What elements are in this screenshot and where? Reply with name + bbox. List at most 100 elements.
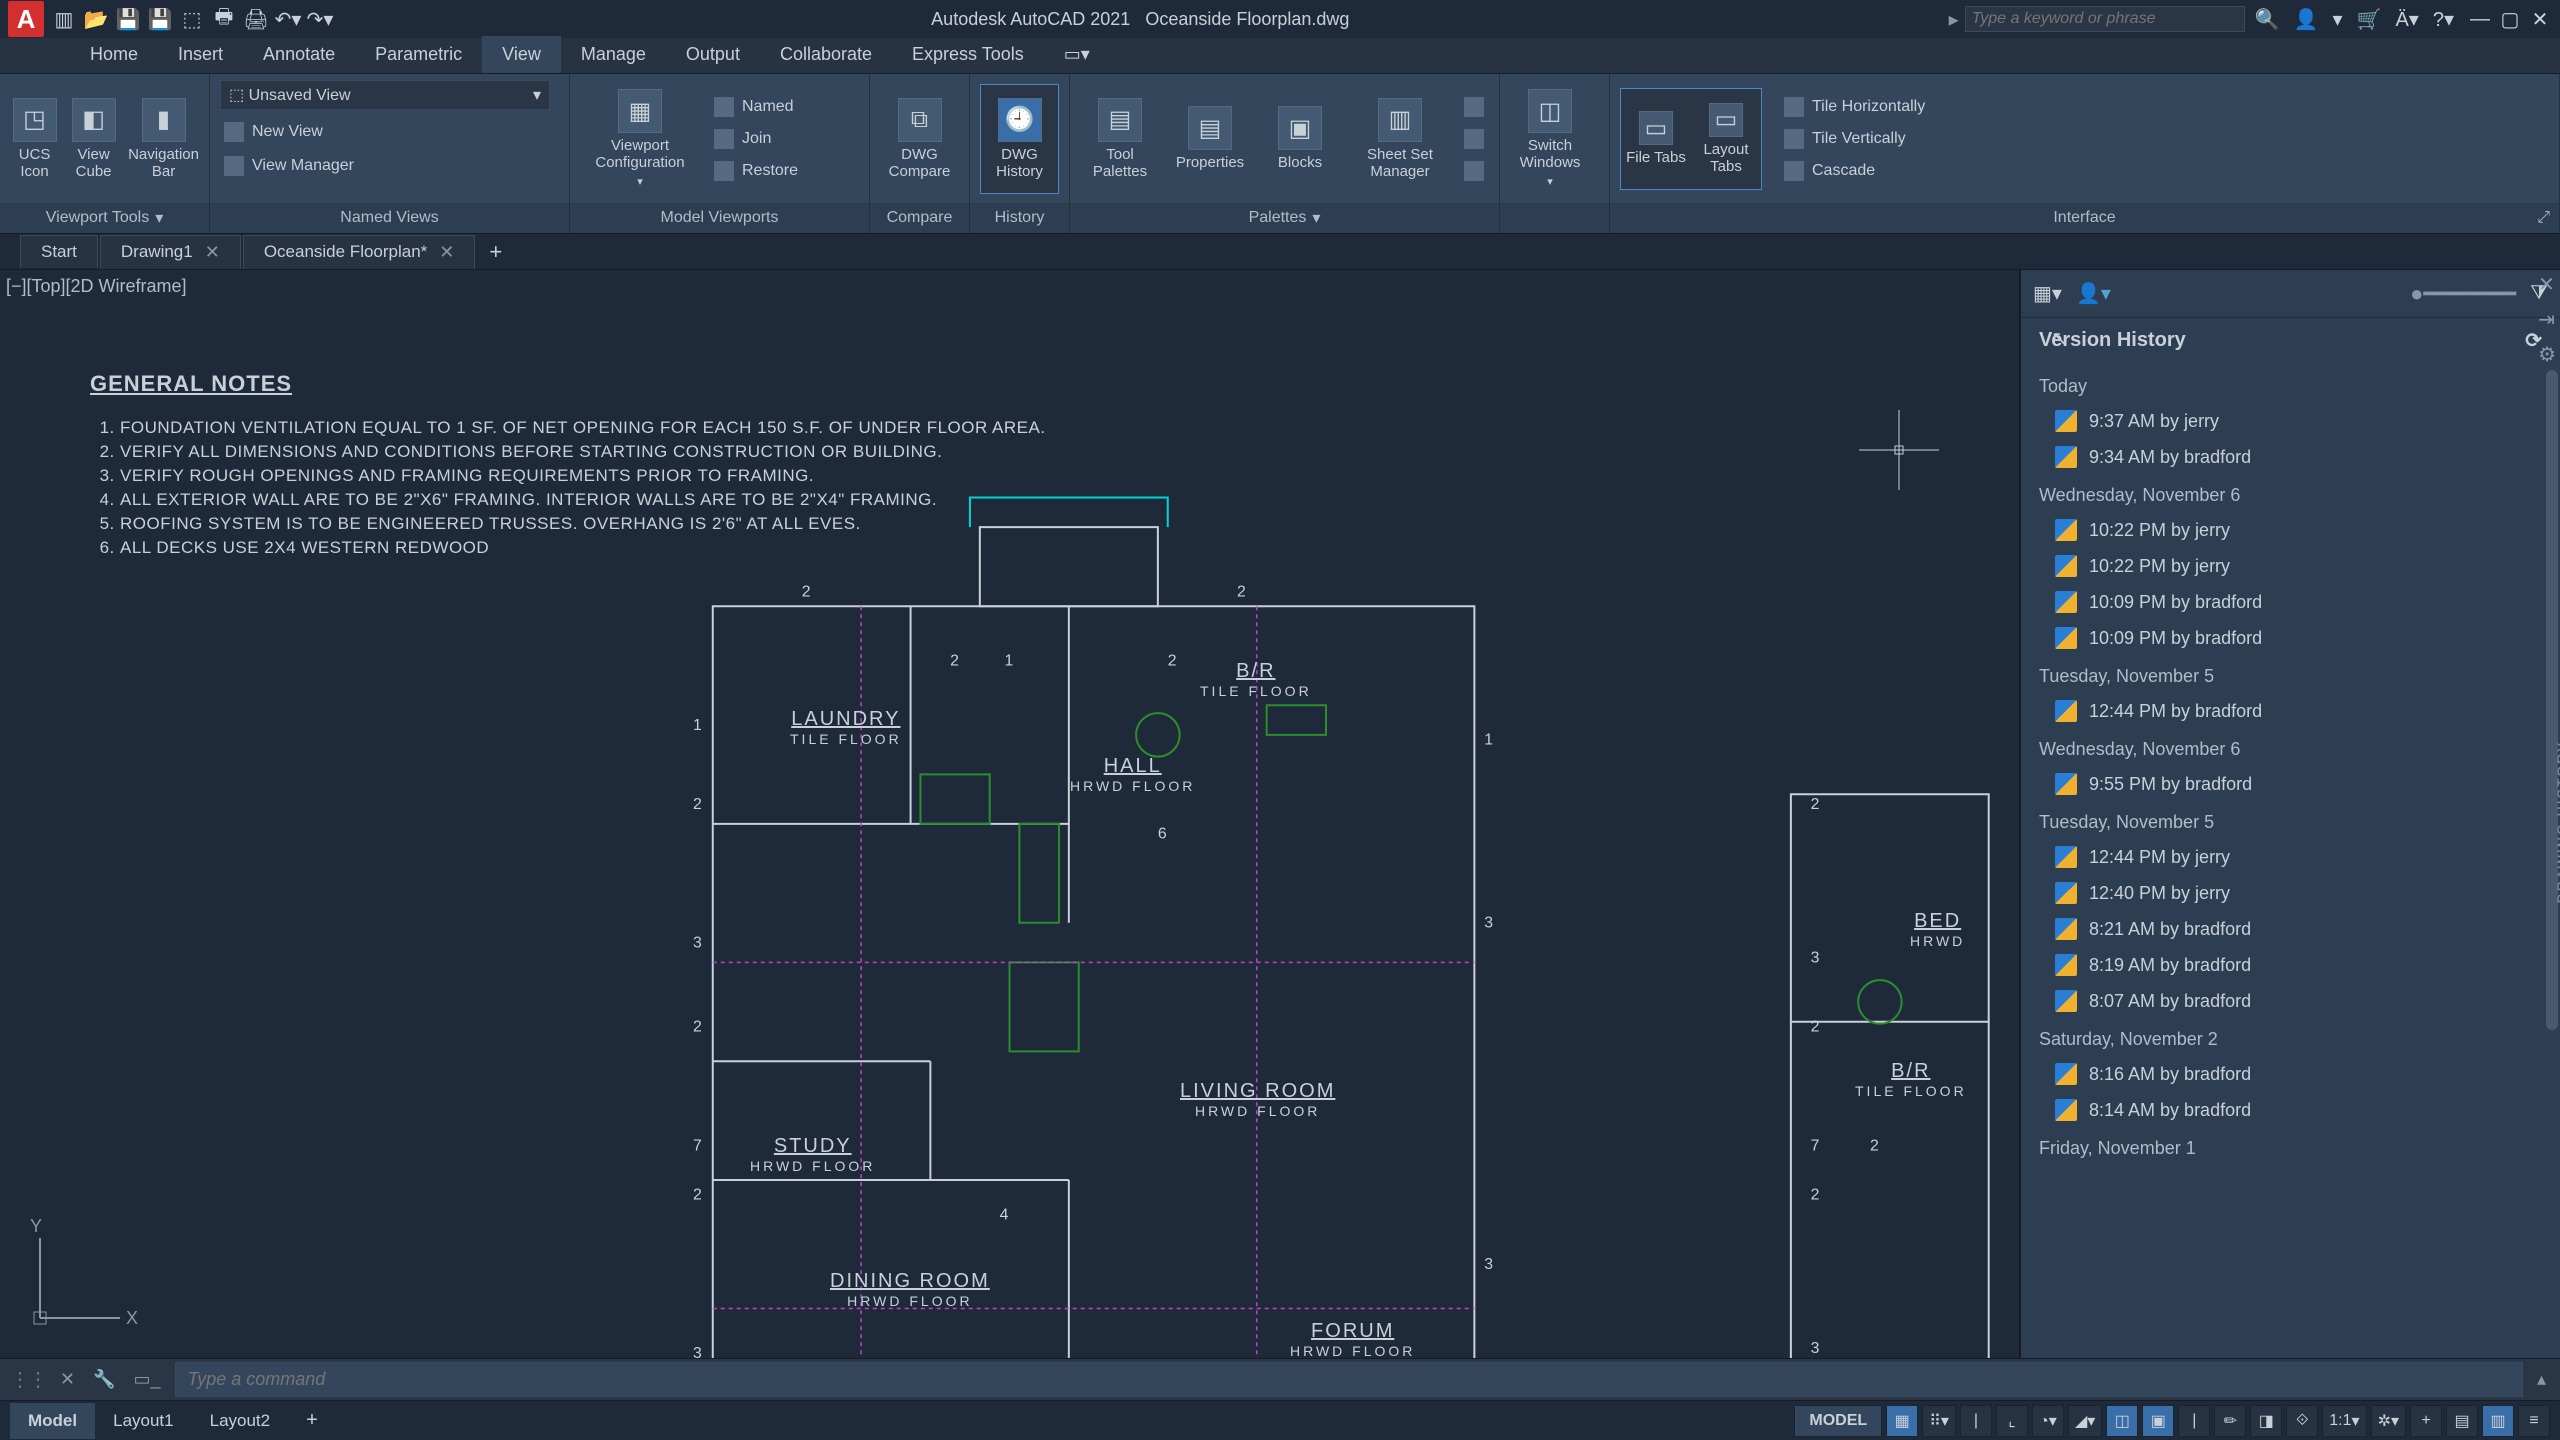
drawing-canvas[interactable]: [−][Top][2D Wireframe] GENERAL NOTES FOU… xyxy=(0,270,2020,1358)
named-view-selector[interactable]: ⬚ Unsaved View▾ xyxy=(220,80,550,110)
tab-manage[interactable]: Manage xyxy=(561,36,666,73)
status-trans-icon[interactable]: ◨ xyxy=(2250,1405,2282,1437)
status-cycle-icon[interactable]: ⟐ xyxy=(2286,1405,2318,1437)
dwg-history-button[interactable]: 🕘DWG History xyxy=(980,84,1059,194)
layout-tab-model[interactable]: Model xyxy=(10,1403,95,1439)
dwg-compare-button[interactable]: ⧉DWG Compare xyxy=(880,84,959,194)
dropdown-icon[interactable]: ▾ xyxy=(2332,7,2342,32)
palette-small-1[interactable] xyxy=(1460,95,1488,119)
saveas-icon[interactable]: 💾 xyxy=(148,7,172,31)
print-icon[interactable]: 🖨 xyxy=(244,7,268,31)
status-osnap-icon[interactable]: ◫ xyxy=(2106,1405,2138,1437)
undo-icon[interactable]: ↶▾ xyxy=(276,7,300,31)
vh-entry[interactable]: 8:07 AM by bradford xyxy=(2031,983,2550,1019)
palette-small-3[interactable] xyxy=(1460,159,1488,183)
doc-tab-oceanside[interactable]: Oceanside Floorplan*✕ xyxy=(243,235,476,269)
layout-tab-2[interactable]: Layout2 xyxy=(192,1403,289,1439)
tab-output[interactable]: Output xyxy=(666,36,760,73)
search-box[interactable] xyxy=(1965,6,2245,32)
vp-join-button[interactable]: Join xyxy=(710,127,802,151)
tile-horiz-button[interactable]: Tile Horizontally xyxy=(1780,95,1929,119)
vh-entry[interactable]: 12:44 PM by jerry xyxy=(2031,839,2550,875)
status-gear-icon[interactable]: ✲▾ xyxy=(2371,1405,2406,1437)
save-icon[interactable]: 💾 xyxy=(116,7,140,31)
plot-icon[interactable]: 🖶 xyxy=(212,7,236,31)
tab-collaborate[interactable]: Collaborate xyxy=(760,36,892,73)
status-plus-icon[interactable]: + xyxy=(2410,1405,2442,1437)
cmdline-expand-icon[interactable]: ▴ xyxy=(2533,1369,2550,1390)
status-polar-icon[interactable]: ◔▾ xyxy=(2032,1405,2064,1437)
vh-entry[interactable]: 10:22 PM by jerry xyxy=(2031,548,2550,584)
open-icon[interactable]: 📂 xyxy=(84,7,108,31)
close-icon[interactable]: ✕ xyxy=(205,242,220,263)
scrollbar[interactable] xyxy=(2546,370,2558,1030)
file-tabs-button[interactable]: ▭File Tabs xyxy=(1621,89,1691,189)
vh-entry[interactable]: 8:14 AM by bradford xyxy=(2031,1092,2550,1128)
vh-dot-icon[interactable]: ●━━━━━━━ xyxy=(2410,281,2516,307)
tile-vert-button[interactable]: Tile Vertically xyxy=(1780,127,1929,151)
minimize-button[interactable]: — xyxy=(2468,7,2492,31)
status-snap-icon[interactable]: ⠿▾ xyxy=(1922,1405,1956,1437)
new-view-button[interactable]: New View xyxy=(220,120,559,144)
new-icon[interactable]: ▥ xyxy=(52,7,76,31)
app-logo[interactable]: A xyxy=(8,1,44,37)
layout-tabs-button[interactable]: ▭Layout Tabs xyxy=(1691,89,1761,189)
panel-settings-icon[interactable]: ⚙ xyxy=(2538,342,2556,367)
status-customize-icon[interactable]: ≡ xyxy=(2518,1405,2550,1437)
vh-entry[interactable]: 9:55 PM by bradford xyxy=(2031,766,2550,802)
cmdline-customize-icon[interactable]: 🔧 xyxy=(89,1369,119,1390)
vh-entry[interactable]: 9:34 AM by bradford xyxy=(2031,439,2550,475)
panel-collapse-icon[interactable]: ⇥ xyxy=(2538,307,2556,332)
help-icon[interactable]: ?▾ xyxy=(2433,7,2454,32)
tab-home[interactable]: Home xyxy=(70,36,158,73)
cmdline-close-icon[interactable]: ✕ xyxy=(56,1369,79,1390)
status-iso-icon[interactable]: ◢▾ xyxy=(2068,1405,2102,1437)
close-button[interactable]: ✕ xyxy=(2528,7,2552,31)
cart-icon[interactable]: 🛒 xyxy=(2357,7,2382,32)
cmdline-grip[interactable]: ⋮⋮ xyxy=(10,1367,46,1392)
view-manager-button[interactable]: View Manager xyxy=(220,154,559,178)
blocks-button[interactable]: ▣Blocks xyxy=(1260,84,1340,194)
close-icon[interactable]: ✕ xyxy=(439,242,454,263)
panel-viewport-tools[interactable]: Viewport Tools ▾ xyxy=(0,203,209,233)
tab-annotate[interactable]: Annotate xyxy=(243,36,355,73)
vh-entry[interactable]: 8:21 AM by bradford xyxy=(2031,911,2550,947)
new-doc-tab[interactable]: + xyxy=(477,237,514,267)
vh-grid-icon[interactable]: ▦▾ xyxy=(2033,281,2062,306)
panel-close-icon[interactable]: ✕ xyxy=(2538,272,2556,297)
vh-entry[interactable]: 12:40 PM by jerry xyxy=(2031,875,2550,911)
app-switcher-icon[interactable]: Ä▾ xyxy=(2395,7,2418,32)
properties-button[interactable]: ▤Properties xyxy=(1170,84,1250,194)
user-icon[interactable]: 👤 xyxy=(2294,7,2319,32)
cloud-open-icon[interactable]: ⬚ xyxy=(180,7,204,31)
command-input[interactable] xyxy=(175,1362,2523,1397)
vh-entry[interactable]: 10:22 PM by jerry xyxy=(2031,512,2550,548)
ucs-icon-button[interactable]: ◳UCS Icon xyxy=(10,84,59,194)
status-qp-icon[interactable]: ▤ xyxy=(2446,1405,2478,1437)
vp-restore-button[interactable]: Restore xyxy=(710,159,802,183)
nav-bar-button[interactable]: ▮Navigation Bar xyxy=(128,84,199,194)
tab-express-tools[interactable]: Express Tools xyxy=(892,36,1044,73)
layout-tab-add[interactable]: + xyxy=(288,1401,336,1440)
vh-list[interactable]: Today9:37 AM by jerry9:34 AM by bradford… xyxy=(2021,362,2560,1358)
search-input[interactable] xyxy=(1972,10,2238,28)
vh-entry[interactable]: 8:16 AM by bradford xyxy=(2031,1056,2550,1092)
vh-entry[interactable]: 9:37 AM by jerry xyxy=(2031,403,2550,439)
tab-insert[interactable]: Insert xyxy=(158,36,243,73)
status-lwt-icon[interactable]: ✏ xyxy=(2214,1405,2246,1437)
vh-entry[interactable]: 10:09 PM by bradford xyxy=(2031,620,2550,656)
search-icon[interactable]: 🔍 xyxy=(2255,7,2280,32)
status-clean-icon[interactable]: ▥ xyxy=(2482,1405,2514,1437)
view-cube-button[interactable]: ◧View Cube xyxy=(69,84,118,194)
viewport-config-button[interactable]: ▦Viewport Configuration▾ xyxy=(580,84,700,194)
status-model[interactable]: MODEL xyxy=(1794,1405,1882,1437)
doc-tab-start[interactable]: Start xyxy=(20,235,98,268)
tab-view[interactable]: View xyxy=(482,36,561,73)
doc-tab-drawing1[interactable]: Drawing1✕ xyxy=(100,235,241,269)
status-grid-icon[interactable]: ▦ xyxy=(1886,1405,1918,1437)
vh-entry[interactable]: 12:44 PM by bradford xyxy=(2031,693,2550,729)
sheet-set-button[interactable]: ▥Sheet Set Manager xyxy=(1350,84,1450,194)
status-ortho-icon[interactable]: ⌞ xyxy=(1996,1405,2028,1437)
switch-windows-button[interactable]: ◫Switch Windows▾ xyxy=(1510,84,1590,194)
palette-small-2[interactable] xyxy=(1460,127,1488,151)
